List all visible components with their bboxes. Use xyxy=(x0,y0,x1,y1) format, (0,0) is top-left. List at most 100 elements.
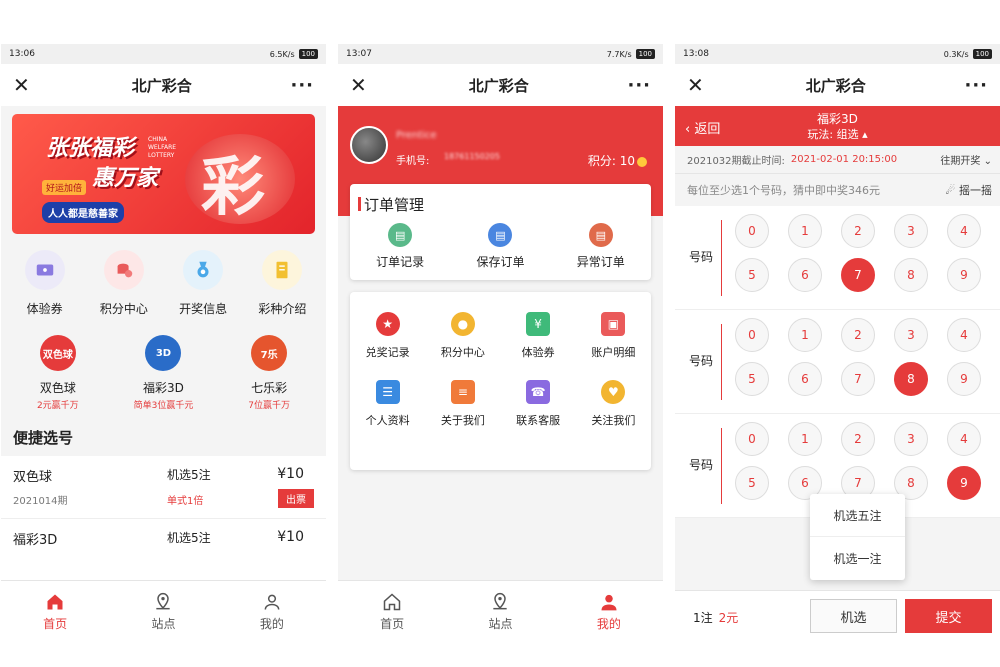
menu-label: 积分中心 xyxy=(440,346,485,359)
tab-label: 我的 xyxy=(259,616,284,631)
number-ball[interactable]: 9 xyxy=(947,466,981,500)
lottery-desc: 2元赢千万 xyxy=(36,401,79,411)
id-card-icon: ☰ xyxy=(375,380,400,404)
number-ball[interactable]: 1 xyxy=(788,422,822,456)
quick-row-price: ¥10 xyxy=(277,466,304,482)
random-five-option[interactable]: 机选五注 xyxy=(810,494,905,537)
quick-row[interactable]: 福彩3D 机选5注 ¥10 xyxy=(1,518,326,580)
number-ball[interactable]: 2 xyxy=(841,318,875,352)
coin-icon xyxy=(637,156,647,167)
menu-account-details[interactable]: ▣ 账户明细 xyxy=(576,312,650,360)
phone-value: 18761150205 xyxy=(444,152,500,161)
number-ball[interactable]: 7 xyxy=(841,258,875,292)
tab-home[interactable]: 首页 xyxy=(1,581,109,642)
number-ball[interactable]: 5 xyxy=(735,258,769,292)
number-ball[interactable]: 9 xyxy=(947,362,981,396)
saved-orders[interactable]: ▤ 保存订单 xyxy=(460,223,540,270)
menu-prize-records[interactable]: ★ 兑奖记录 xyxy=(351,312,425,360)
menu-points-center[interactable]: ● 积分中心 xyxy=(426,312,500,360)
menu-label: 联系客服 xyxy=(516,414,561,427)
number-ball[interactable]: 0 xyxy=(735,214,769,248)
chevron-down-icon: ⌄ xyxy=(983,156,992,167)
play-mode-selector[interactable]: 玩法: 组选 ▴ xyxy=(675,126,1000,142)
user-name: Prentice xyxy=(396,130,437,141)
lottery-qlc[interactable]: 7乐 七乐彩 7位赢千万 xyxy=(221,335,317,411)
number-ball[interactable]: 8 xyxy=(894,258,928,292)
quick-row-price: ¥10 xyxy=(277,529,304,545)
number-ball[interactable]: 3 xyxy=(894,214,928,248)
number-ball[interactable]: 0 xyxy=(735,318,769,352)
phone-screen-pick: 13:08 0.3K/s 100 ✕ 北广彩合 ··· ‹ 返回 福彩3D 玩法… xyxy=(675,44,1000,642)
number-ball[interactable]: 4 xyxy=(947,422,981,456)
network-speed: 7.7K/s xyxy=(606,49,632,59)
promo-banner[interactable]: 彩 张张福彩 CHINA WELFARE LOTTERY 好运加倍 惠万家 人人… xyxy=(12,114,315,234)
number-ball[interactable]: 0 xyxy=(735,422,769,456)
close-icon[interactable]: ✕ xyxy=(13,73,33,97)
grid-item-points[interactable]: 积分中心 xyxy=(88,250,160,317)
tab-mine[interactable]: 我的 xyxy=(555,581,663,642)
number-ball[interactable]: 8 xyxy=(894,362,928,396)
banner-slogan: 人人都是慈善家 xyxy=(42,202,124,223)
lottery-ssq[interactable]: 双色球 双色球 2元赢千万 xyxy=(10,335,106,411)
number-ball[interactable]: 1 xyxy=(788,214,822,248)
tab-label: 首页 xyxy=(43,616,68,631)
number-ball[interactable]: 4 xyxy=(947,318,981,352)
random-pick-button[interactable]: 机选 xyxy=(810,599,897,633)
shake-label: 摇一摇 xyxy=(959,184,992,197)
quick-row-issue: 2021014期 xyxy=(13,496,68,507)
tab-home[interactable]: 首页 xyxy=(338,581,446,642)
home-icon xyxy=(383,592,401,610)
menu-about[interactable]: ≡ 关于我们 xyxy=(426,380,500,428)
avatar[interactable] xyxy=(350,126,388,164)
points-value: 10 xyxy=(619,154,635,168)
caret-icon: ▴ xyxy=(862,128,868,141)
menu-follow-us[interactable]: ♥ 关注我们 xyxy=(576,380,650,428)
number-ball[interactable]: 7 xyxy=(841,362,875,396)
menu-customer-service[interactable]: ☎ 联系客服 xyxy=(501,380,575,428)
tab-mine[interactable]: 我的 xyxy=(218,581,326,642)
lottery-name: 福彩3D xyxy=(143,381,184,395)
points-label: 积分: xyxy=(587,154,616,168)
more-icon[interactable]: ··· xyxy=(964,75,988,96)
number-ball[interactable]: 2 xyxy=(841,422,875,456)
issue-label: 2021032期截止时间: xyxy=(687,156,785,167)
shake-button[interactable]: ☄ 摇一摇 xyxy=(946,182,992,198)
past-draws-link[interactable]: 往期开奖 ⌄ xyxy=(940,152,992,167)
tab-stations[interactable]: 站点 xyxy=(446,581,554,642)
menu-row: ★ 兑奖记录 ● 积分中心 ¥ 体验券 ▣ 账户明细 xyxy=(350,292,651,360)
grid-item-draw-info[interactable]: 开奖信息 xyxy=(167,250,239,317)
number-ball[interactable]: 6 xyxy=(788,362,822,396)
tab-stations[interactable]: 站点 xyxy=(109,581,217,642)
order-records[interactable]: ▤ 订单记录 xyxy=(360,223,440,270)
play-mode: 玩法: 组选 xyxy=(807,128,859,141)
network-speed: 0.3K/s xyxy=(943,49,969,59)
battery-icon: 100 xyxy=(635,49,655,59)
close-icon[interactable]: ✕ xyxy=(350,73,370,97)
number-ball[interactable]: 6 xyxy=(788,258,822,292)
random-one-option[interactable]: 机选一注 xyxy=(810,537,905,580)
menu-trial-ticket[interactable]: ¥ 体验券 xyxy=(501,312,575,360)
lottery-3d[interactable]: 3D 福彩3D 简单3位赢千元 xyxy=(115,335,211,411)
quick-row[interactable]: 双色球 2021014期 机选5注 单式1倍 ¥10 出票 xyxy=(1,456,326,518)
chat-icon: ≡ xyxy=(450,380,475,404)
number-ball[interactable]: 5 xyxy=(735,362,769,396)
close-icon[interactable]: ✕ xyxy=(687,73,707,97)
pick-row-divider xyxy=(721,220,722,296)
number-ball[interactable]: 9 xyxy=(947,258,981,292)
grid-item-trial-ticket[interactable]: 体验券 xyxy=(9,250,81,317)
grid-item-lottery-intro[interactable]: 彩种介绍 xyxy=(246,250,318,317)
number-ball[interactable]: 3 xyxy=(894,422,928,456)
number-ball[interactable]: 1 xyxy=(788,318,822,352)
abnormal-orders[interactable]: ▤ 异常订单 xyxy=(561,223,641,270)
number-ball[interactable]: 4 xyxy=(947,214,981,248)
menu-profile[interactable]: ☰ 个人资料 xyxy=(351,380,425,428)
issue-ticket-button[interactable]: 出票 xyxy=(278,489,314,508)
number-ball[interactable]: 2 xyxy=(841,214,875,248)
more-icon[interactable]: ··· xyxy=(290,75,314,96)
submit-button[interactable]: 提交 xyxy=(905,599,992,633)
more-icon[interactable]: ··· xyxy=(627,75,651,96)
number-ball[interactable]: 5 xyxy=(735,466,769,500)
coin-icon: ● xyxy=(450,312,475,336)
number-ball[interactable]: 3 xyxy=(894,318,928,352)
tab-label: 我的 xyxy=(596,616,621,631)
